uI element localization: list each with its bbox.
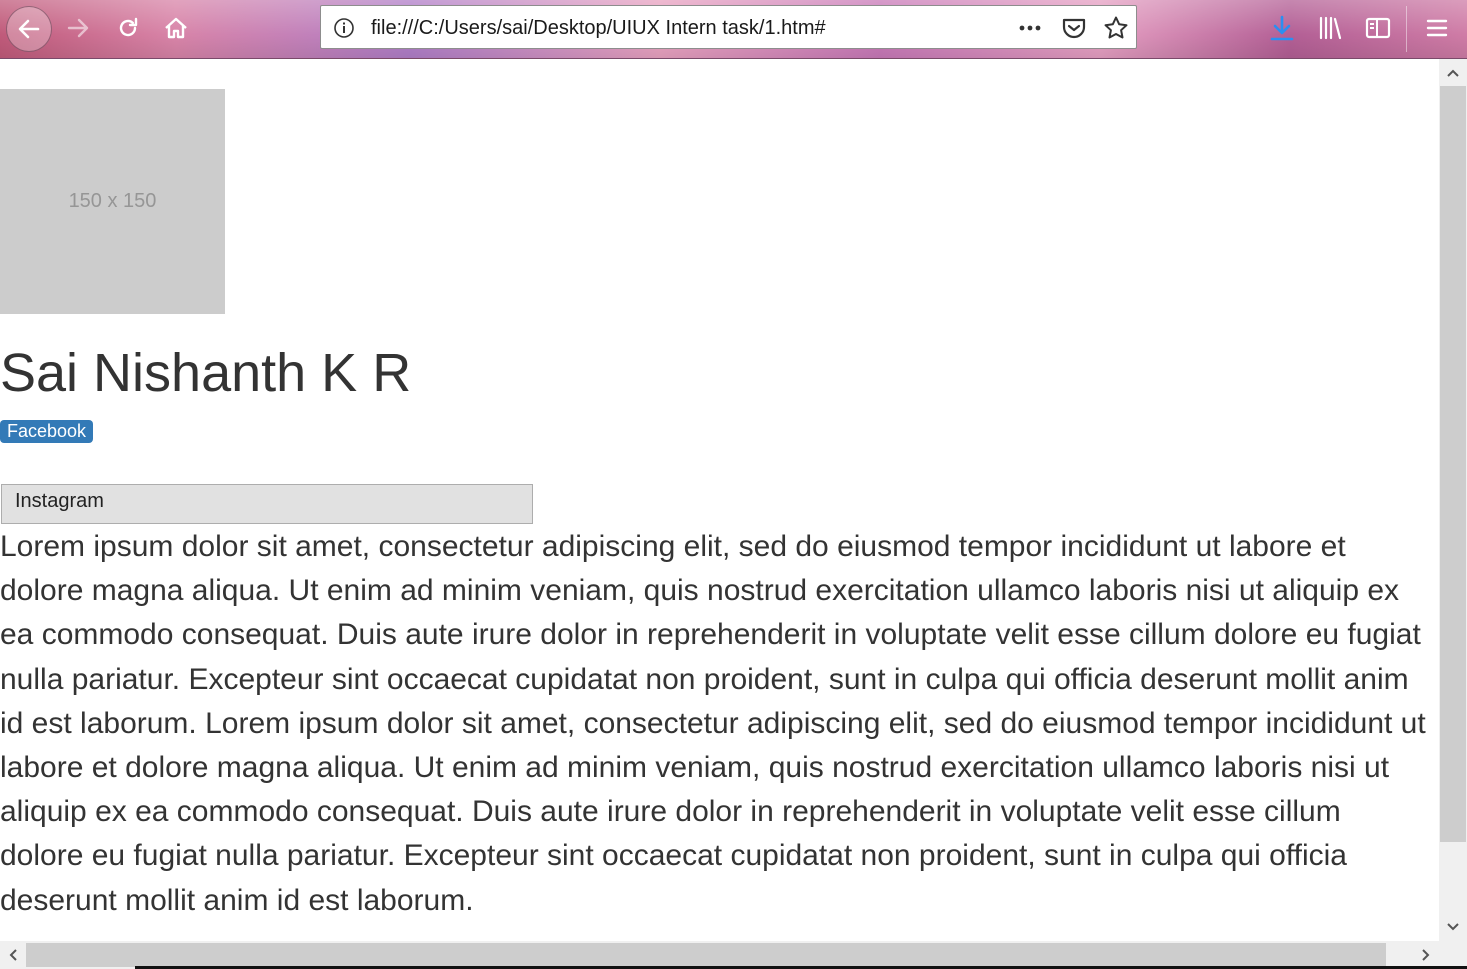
downloads-button[interactable] bbox=[1264, 10, 1300, 46]
forward-button[interactable] bbox=[60, 10, 96, 46]
back-button[interactable] bbox=[6, 6, 52, 52]
instagram-button[interactable]: Instagram bbox=[1, 484, 533, 524]
more-dots-icon[interactable] bbox=[1017, 16, 1043, 40]
page-viewport: 150 x 150 Sai Nishanth K R Facebook Inst… bbox=[0, 59, 1439, 941]
back-arrow-icon bbox=[18, 19, 40, 39]
home-button[interactable] bbox=[158, 10, 194, 46]
scroll-up-arrow-icon[interactable] bbox=[1443, 63, 1463, 83]
placeholder-label: 150 x 150 bbox=[68, 190, 157, 212]
facebook-link[interactable]: Facebook bbox=[0, 420, 94, 443]
menu-button[interactable] bbox=[1419, 10, 1455, 46]
hamburger-menu-icon bbox=[1426, 19, 1448, 37]
horizontal-scroll-thumb[interactable] bbox=[26, 943, 1386, 967]
sidebar-icon bbox=[1365, 17, 1391, 39]
scroll-down-arrow-icon[interactable] bbox=[1443, 917, 1463, 937]
body-paragraph: Lorem ipsum dolor sit amet, consectetur … bbox=[0, 530, 1426, 917]
profile-image-placeholder: 150 x 150 bbox=[0, 89, 225, 314]
library-button[interactable] bbox=[1312, 10, 1348, 46]
sidebar-button[interactable] bbox=[1360, 10, 1396, 46]
library-icon bbox=[1319, 16, 1342, 40]
info-icon[interactable] bbox=[333, 17, 355, 39]
scrollbar-corner bbox=[1439, 941, 1467, 969]
url-text[interactable]: file:///C:/Users/sai/Desktop/UIUX Intern… bbox=[371, 17, 826, 40]
profile-name: Sai Nishanth K R bbox=[0, 343, 412, 403]
reload-button[interactable] bbox=[110, 10, 146, 46]
home-icon bbox=[165, 17, 187, 39]
vertical-scroll-thumb[interactable] bbox=[1440, 86, 1466, 842]
toolbar-separator bbox=[1406, 6, 1407, 52]
url-bar[interactable]: file:///C:/Users/sai/Desktop/UIUX Intern… bbox=[320, 5, 1137, 49]
reload-icon bbox=[119, 17, 138, 37]
star-icon[interactable] bbox=[1103, 15, 1129, 41]
download-icon bbox=[1270, 15, 1294, 41]
scroll-left-arrow-icon[interactable] bbox=[3, 945, 23, 965]
scroll-right-arrow-icon[interactable] bbox=[1416, 945, 1436, 965]
browser-toolbar: file:///C:/Users/sai/Desktop/UIUX Intern… bbox=[0, 0, 1467, 59]
pocket-icon[interactable] bbox=[1061, 16, 1087, 40]
forward-arrow-icon bbox=[67, 18, 89, 38]
